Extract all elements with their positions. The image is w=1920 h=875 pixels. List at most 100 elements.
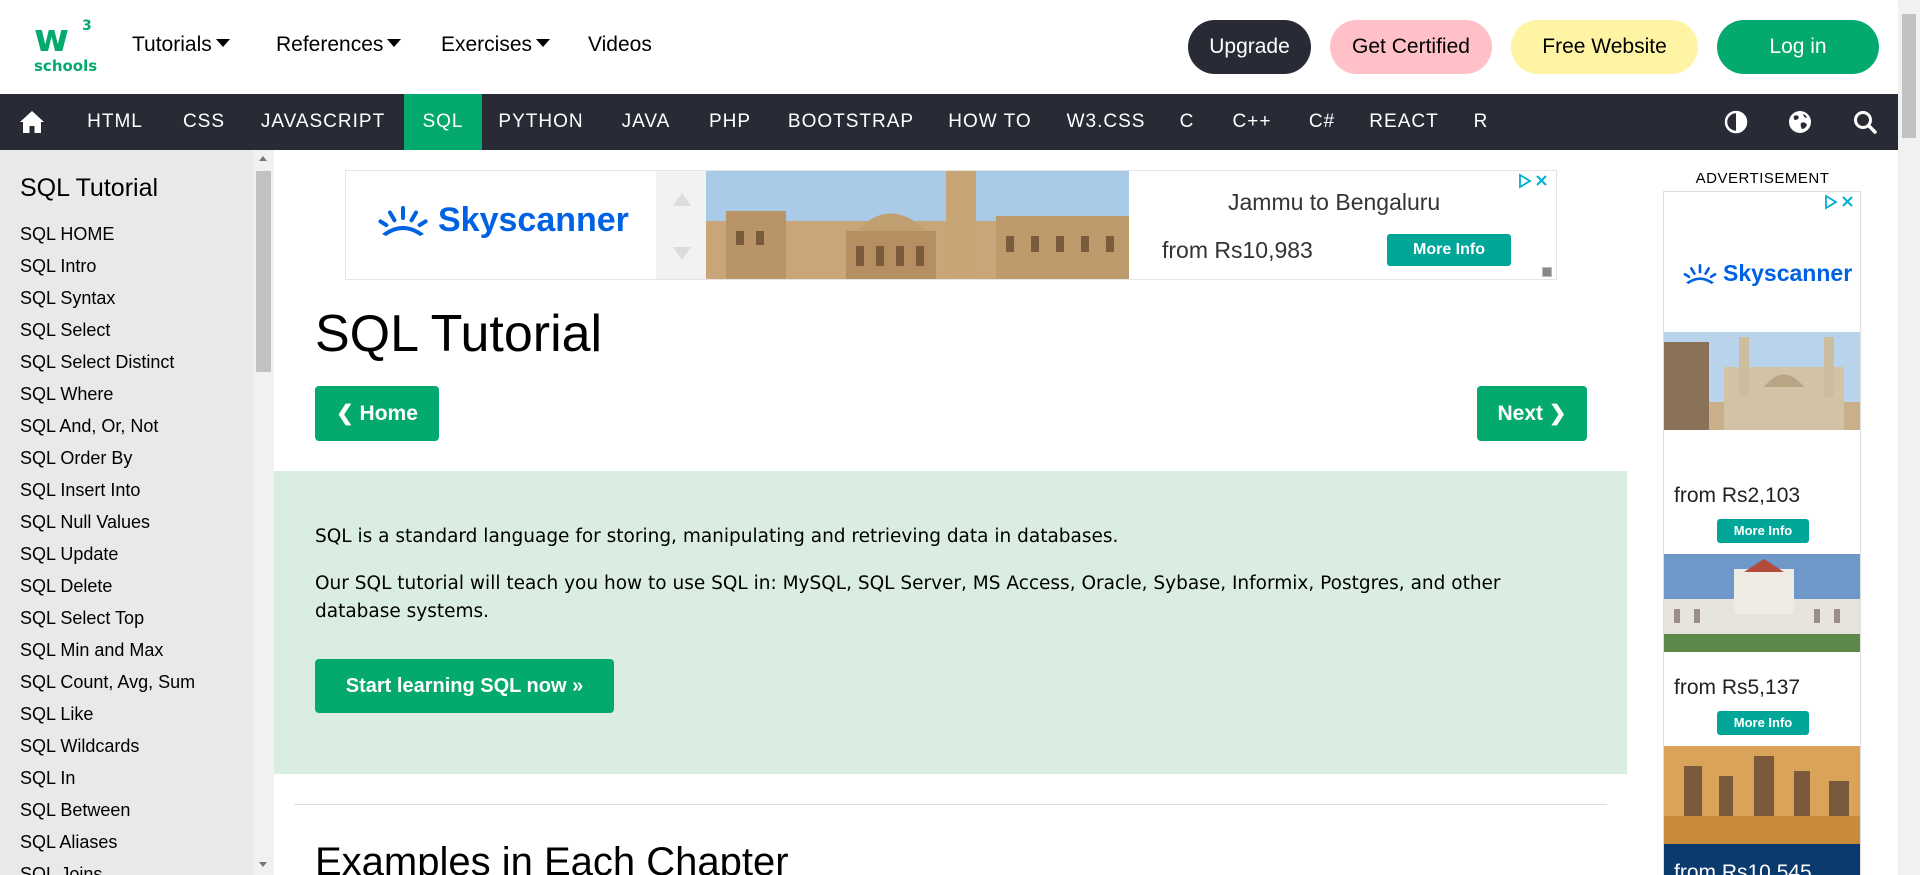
examples-heading: Examples in Each Chapter [315,840,789,875]
sidebar-item-sql-select-distinct[interactable]: SQL Select Distinct [20,346,195,378]
sidebar-item-sql-wildcards[interactable]: SQL Wildcards [20,730,195,762]
ad-price: from Rs10,983 [1162,237,1313,263]
sidebar-item-sql-update[interactable]: SQL Update [20,538,195,570]
home-button[interactable]: ❮ Home [315,386,439,441]
side-ad-price-2: from Rs5,137 [1674,676,1801,699]
nav-howto[interactable]: HOW TO [940,94,1040,150]
nav-react[interactable]: REACT [1362,94,1446,150]
palace-photo [706,171,1129,279]
nav-cpp[interactable]: C++ [1224,94,1280,150]
next-button[interactable]: Next ❯ [1477,386,1587,441]
sidebar-item-sql-where[interactable]: SQL Where [20,378,195,410]
sidebar-list: SQL HOME SQL Intro SQL Syntax SQL Select… [20,218,195,875]
logo-w: w [34,16,69,60]
menu-tutorials[interactable]: Tutorials [132,33,230,57]
window-scroll-thumb[interactable] [1902,14,1916,138]
search-icon[interactable] [1851,108,1879,136]
ad-more-info-button[interactable]: More Info [1387,234,1511,266]
nav-sql[interactable]: SQL [404,94,482,150]
sidebar-item-sql-insert-into[interactable]: SQL Insert Into [20,474,195,506]
free-website-button[interactable]: Free Website [1511,20,1698,74]
sidebar-item-sql-aliases[interactable]: SQL Aliases [20,826,195,858]
charminar-photo [1664,332,1860,430]
sidebar-item-sql-between[interactable]: SQL Between [20,794,195,826]
caret-down-icon [215,39,230,47]
sidebar-item-sql-and-or-not[interactable]: SQL And, Or, Not [20,410,195,442]
sidebar-item-sql-order-by[interactable]: SQL Order By [20,442,195,474]
menu-tutorials-label: Tutorials [132,33,212,56]
top-header: w 3 schools Tutorials References Exercis… [0,0,1898,94]
ad-corner-icon [1542,267,1552,277]
sidebar-item-sql-home[interactable]: SQL HOME [20,218,195,250]
side-banner-ad[interactable]: Skyscanner from Rs2,103 More Info from R… [1663,191,1861,875]
scroll-up-icon[interactable] [259,156,267,161]
sidebar-item-sql-min-max[interactable]: SQL Min and Max [20,634,195,666]
menu-exercises[interactable]: Exercises [441,33,551,57]
side-ad-more-info-2[interactable]: More Info [1717,711,1809,735]
menu-references[interactable]: References [276,33,402,57]
home-icon[interactable] [18,108,46,136]
chevron-right-icon: ❯ [1548,402,1567,425]
nav-javascript[interactable]: JAVASCRIPT [246,94,400,150]
menu-videos[interactable]: Videos [588,33,652,57]
sidebar-scrollbar[interactable] [253,150,274,875]
nav-bootstrap[interactable]: BOOTSTRAP [776,94,926,150]
colonial-building-photo [1664,554,1860,652]
get-certified-button[interactable]: Get Certified [1330,20,1492,74]
nav-csharp[interactable]: C# [1300,94,1344,150]
skyscanner-name: Skyscanner [1723,260,1853,286]
sidebar: SQL Tutorial SQL HOME SQL Intro SQL Synt… [0,150,274,875]
skyscanner-sun-icon [378,205,428,236]
nav-c[interactable]: C [1172,94,1202,150]
sidebar-scroll-thumb[interactable] [256,171,271,372]
main-navbar: HTML CSS JAVASCRIPT SQL PYTHON JAVA PHP … [0,94,1898,150]
main-content: Skyscanner Jammu to Bengaluru from Rs10,… [274,150,1627,875]
page-title: SQL Tutorial [315,305,603,363]
sidebar-item-sql-select[interactable]: SQL Select [20,314,195,346]
sidebar-item-sql-intro[interactable]: SQL Intro [20,250,195,282]
logo-sup: 3 [82,18,92,34]
right-ad-column: ADVERTISEMENT Skyscanner from Rs2,103 Mo… [1627,150,1898,875]
nav-python[interactable]: PYTHON [486,94,596,150]
sidebar-item-sql-joins[interactable]: SQL Joins [20,858,195,875]
sidebar-item-sql-delete[interactable]: SQL Delete [20,570,195,602]
skyscanner-sun-icon [1683,263,1717,284]
nav-w3css[interactable]: W3.CSS [1060,94,1152,150]
home-button-label: Home [359,402,418,425]
side-ad-price-3: from Rs10,545 [1674,861,1812,875]
nav-html[interactable]: HTML [68,94,162,150]
start-learning-button[interactable]: Start learning SQL now » [315,659,614,713]
login-button[interactable]: Log in [1717,20,1879,74]
top-banner-ad[interactable]: Skyscanner Jammu to Bengaluru from Rs10,… [345,170,1557,280]
sidebar-item-sql-null-values[interactable]: SQL Null Values [20,506,195,538]
nav-r[interactable]: R [1464,94,1498,150]
section-divider [294,804,1607,805]
nav-java[interactable]: JAVA [604,94,688,150]
arrow-down-icon[interactable] [673,247,691,260]
menu-exercises-label: Exercises [441,33,533,56]
caret-down-icon [536,39,551,47]
skyscanner-name: Skyscanner [438,201,629,239]
side-ad-more-info-1[interactable]: More Info [1717,519,1809,543]
side-ad-price-1: from Rs2,103 [1674,484,1801,507]
sidebar-item-sql-syntax[interactable]: SQL Syntax [20,282,195,314]
sidebar-item-sql-select-top[interactable]: SQL Select Top [20,602,195,634]
upgrade-button[interactable]: Upgrade [1188,20,1311,74]
scroll-down-icon[interactable] [259,862,267,867]
w3schools-logo[interactable]: w 3 schools [34,16,97,76]
sidebar-item-sql-like[interactable]: SQL Like [20,698,195,730]
skyscanner-logo: Skyscanner [376,201,629,240]
sidebar-item-sql-count-avg-sum[interactable]: SQL Count, Avg, Sum [20,666,195,698]
nav-php[interactable]: PHP [694,94,766,150]
contrast-icon[interactable] [1722,108,1750,136]
next-button-label: Next [1497,402,1544,425]
globe-icon[interactable] [1786,108,1814,136]
ad-destination: Jammu to Bengaluru [1228,189,1441,215]
sidebar-item-sql-in[interactable]: SQL In [20,762,195,794]
adchoices-icon[interactable] [1518,173,1550,189]
arrow-up-icon[interactable] [673,193,691,206]
ad-carousel-arrows [656,171,706,279]
window-scrollbar[interactable] [1898,0,1920,875]
nav-css[interactable]: CSS [167,94,241,150]
adchoices-icon[interactable] [1824,194,1856,210]
